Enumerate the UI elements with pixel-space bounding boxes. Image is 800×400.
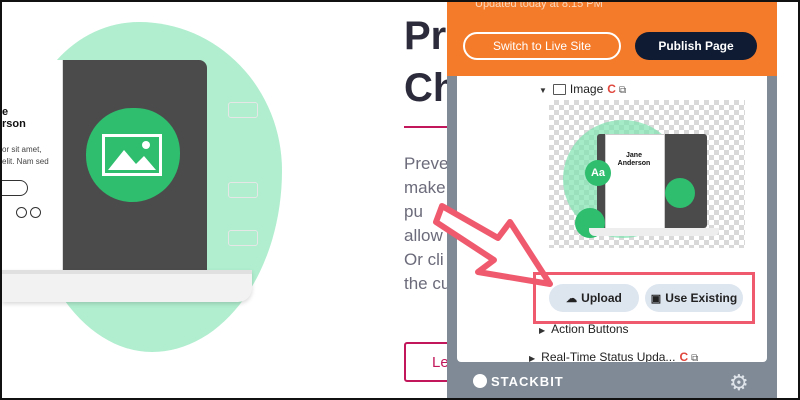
screenshot-frame: e rson or sit amet, elit. Nam sed Pr Ch … — [0, 0, 800, 400]
tree-item-action-buttons[interactable]: ▶ Action Buttons — [539, 322, 629, 336]
thumb-card — [605, 134, 665, 230]
panel-header: Updated today at 8:15 PM Switch to Live … — [447, 2, 777, 76]
laptop-screen: e rson or sit amet, elit. Nam sed — [2, 60, 207, 270]
cloud-upload-icon: ☁ — [566, 293, 578, 305]
contentful-icon: C — [607, 82, 616, 96]
social-dot-icon — [30, 207, 41, 218]
gallery-icon: ▣ — [650, 293, 662, 305]
laptop-hinge — [2, 270, 252, 274]
profile-button — [2, 180, 28, 196]
laptop-base — [2, 270, 252, 302]
profile-text: or sit amet, elit. Nam sed — [2, 145, 49, 166]
collapse-triangle-icon[interactable]: ▶ — [539, 326, 545, 335]
thumb-aa-badge: Aa — [585, 160, 611, 186]
expand-triangle-icon[interactable]: ▼ — [539, 86, 547, 95]
use-existing-button[interactable]: ▣ Use Existing — [645, 284, 743, 312]
upload-button[interactable]: ☁ Upload — [549, 284, 639, 312]
thumb-image-icon — [665, 178, 695, 208]
profile-card: e rson or sit amet, elit. Nam sed — [2, 60, 63, 270]
social-dot-icon — [16, 207, 27, 218]
profile-name: e rson — [2, 106, 26, 130]
thumb-laptop-base — [589, 228, 719, 236]
updated-status: Updated today at 8:15 PM — [475, 0, 603, 10]
switch-to-live-button[interactable]: Switch to Live Site — [463, 32, 621, 60]
panel-footer: STACKBIT ⚙ — [447, 362, 777, 398]
image-thumbnail: Jane Anderson Aa — [549, 100, 745, 248]
faded-element — [228, 102, 258, 118]
external-link-icon[interactable]: ⧉ — [619, 85, 626, 96]
image-placeholder-blob — [86, 108, 180, 202]
stackbit-brand: STACKBIT — [473, 374, 564, 389]
publish-page-button[interactable]: Publish Page — [635, 32, 757, 60]
image-icon — [552, 84, 566, 96]
faded-element — [228, 230, 258, 246]
thumb-person-name: Jane Anderson — [617, 152, 651, 167]
gear-icon[interactable]: ⚙ — [729, 370, 749, 396]
image-icon — [102, 134, 162, 176]
stackbit-logo-icon — [473, 374, 487, 388]
faded-element — [228, 182, 258, 198]
tree-item-image[interactable]: ▼ Image C ⧉ — [539, 82, 626, 96]
